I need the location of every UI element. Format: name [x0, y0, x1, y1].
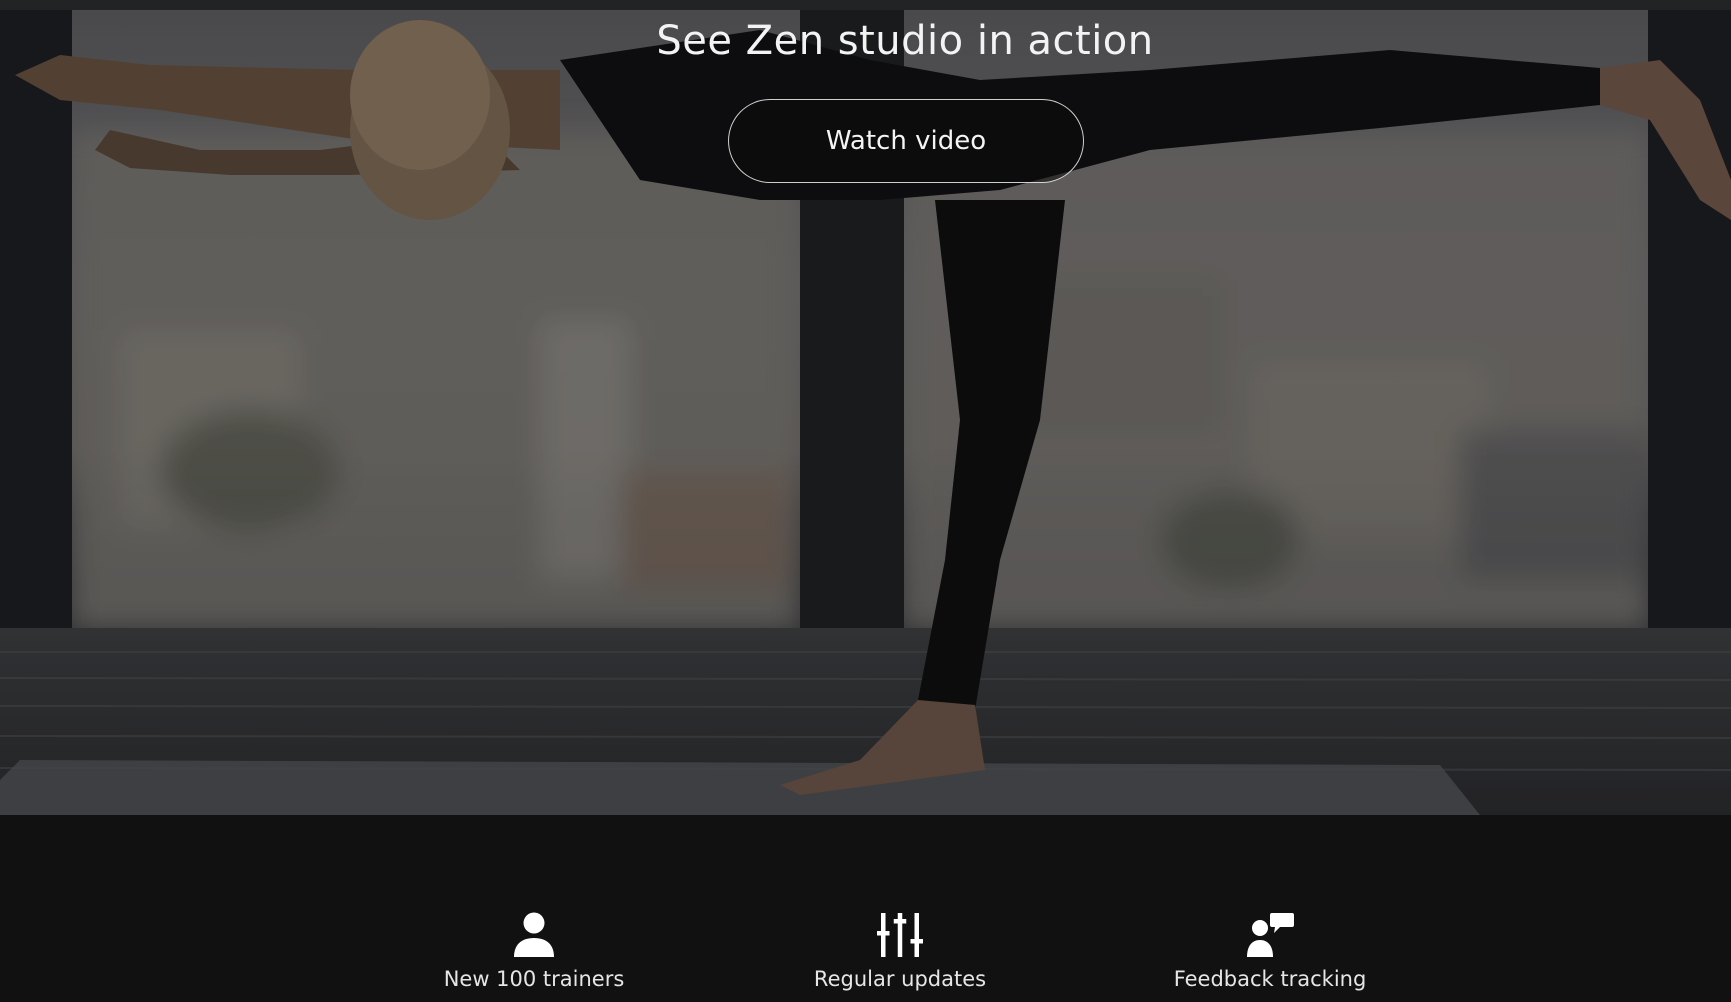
sliders-icon	[877, 913, 923, 957]
user-icon	[514, 912, 554, 957]
user-chat-icon	[1247, 913, 1294, 957]
features-section: New 100 trainers Regular updates Feedbac…	[0, 815, 1731, 1002]
watch-video-button[interactable]: Watch video	[728, 99, 1084, 183]
hero-section: See Zen studio in action Watch video	[0, 0, 1731, 815]
feature-label: New 100 trainers	[443, 967, 625, 991]
feature-item-updates: Regular updates	[740, 911, 1060, 991]
feature-item-trainers: New 100 trainers	[374, 911, 694, 991]
feature-label: Regular updates	[813, 967, 987, 991]
feature-item-feedback: Feedback tracking	[1110, 911, 1430, 991]
page: See Zen studio in action Watch video New…	[0, 0, 1731, 1002]
hero-title: See Zen studio in action	[656, 18, 1154, 64]
feature-label: Feedback tracking	[1173, 967, 1367, 991]
